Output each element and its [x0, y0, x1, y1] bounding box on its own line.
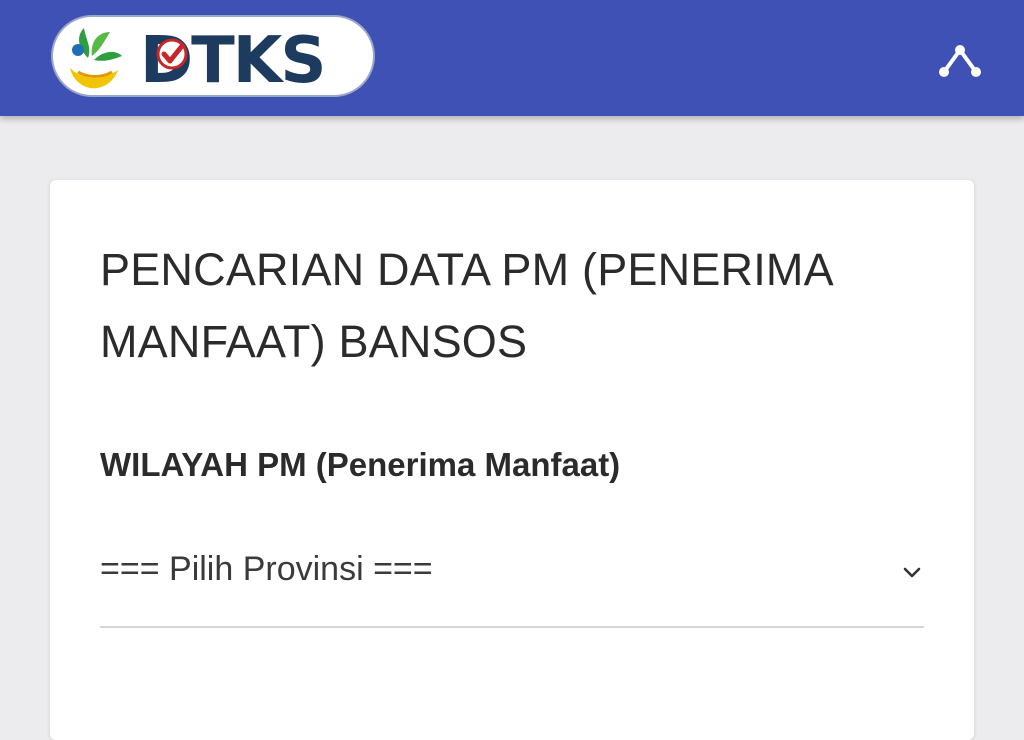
- app-header: DTKS: [0, 0, 1024, 116]
- collapse-menu-button[interactable]: [936, 36, 984, 84]
- chevron-down-icon: [903, 567, 921, 578]
- region-section-label: WILAYAH PM (Penerima Manfaat): [100, 446, 621, 483]
- search-card: PENCARIAN DATA PM (PENERIMA MANFAAT) BAN…: [50, 180, 974, 740]
- province-select-value: === Pilih Provinsi ===: [100, 550, 433, 588]
- province-select[interactable]: === Pilih Provinsi ===: [100, 542, 924, 628]
- collapse-menu-icon: [939, 45, 981, 77]
- dtks-logo-graphic: DTKS: [51, 15, 375, 98]
- page-title: PENCARIAN DATA PM (PENERIMA MANFAAT) BAN…: [100, 244, 832, 367]
- dtks-logo[interactable]: DTKS: [48, 10, 378, 100]
